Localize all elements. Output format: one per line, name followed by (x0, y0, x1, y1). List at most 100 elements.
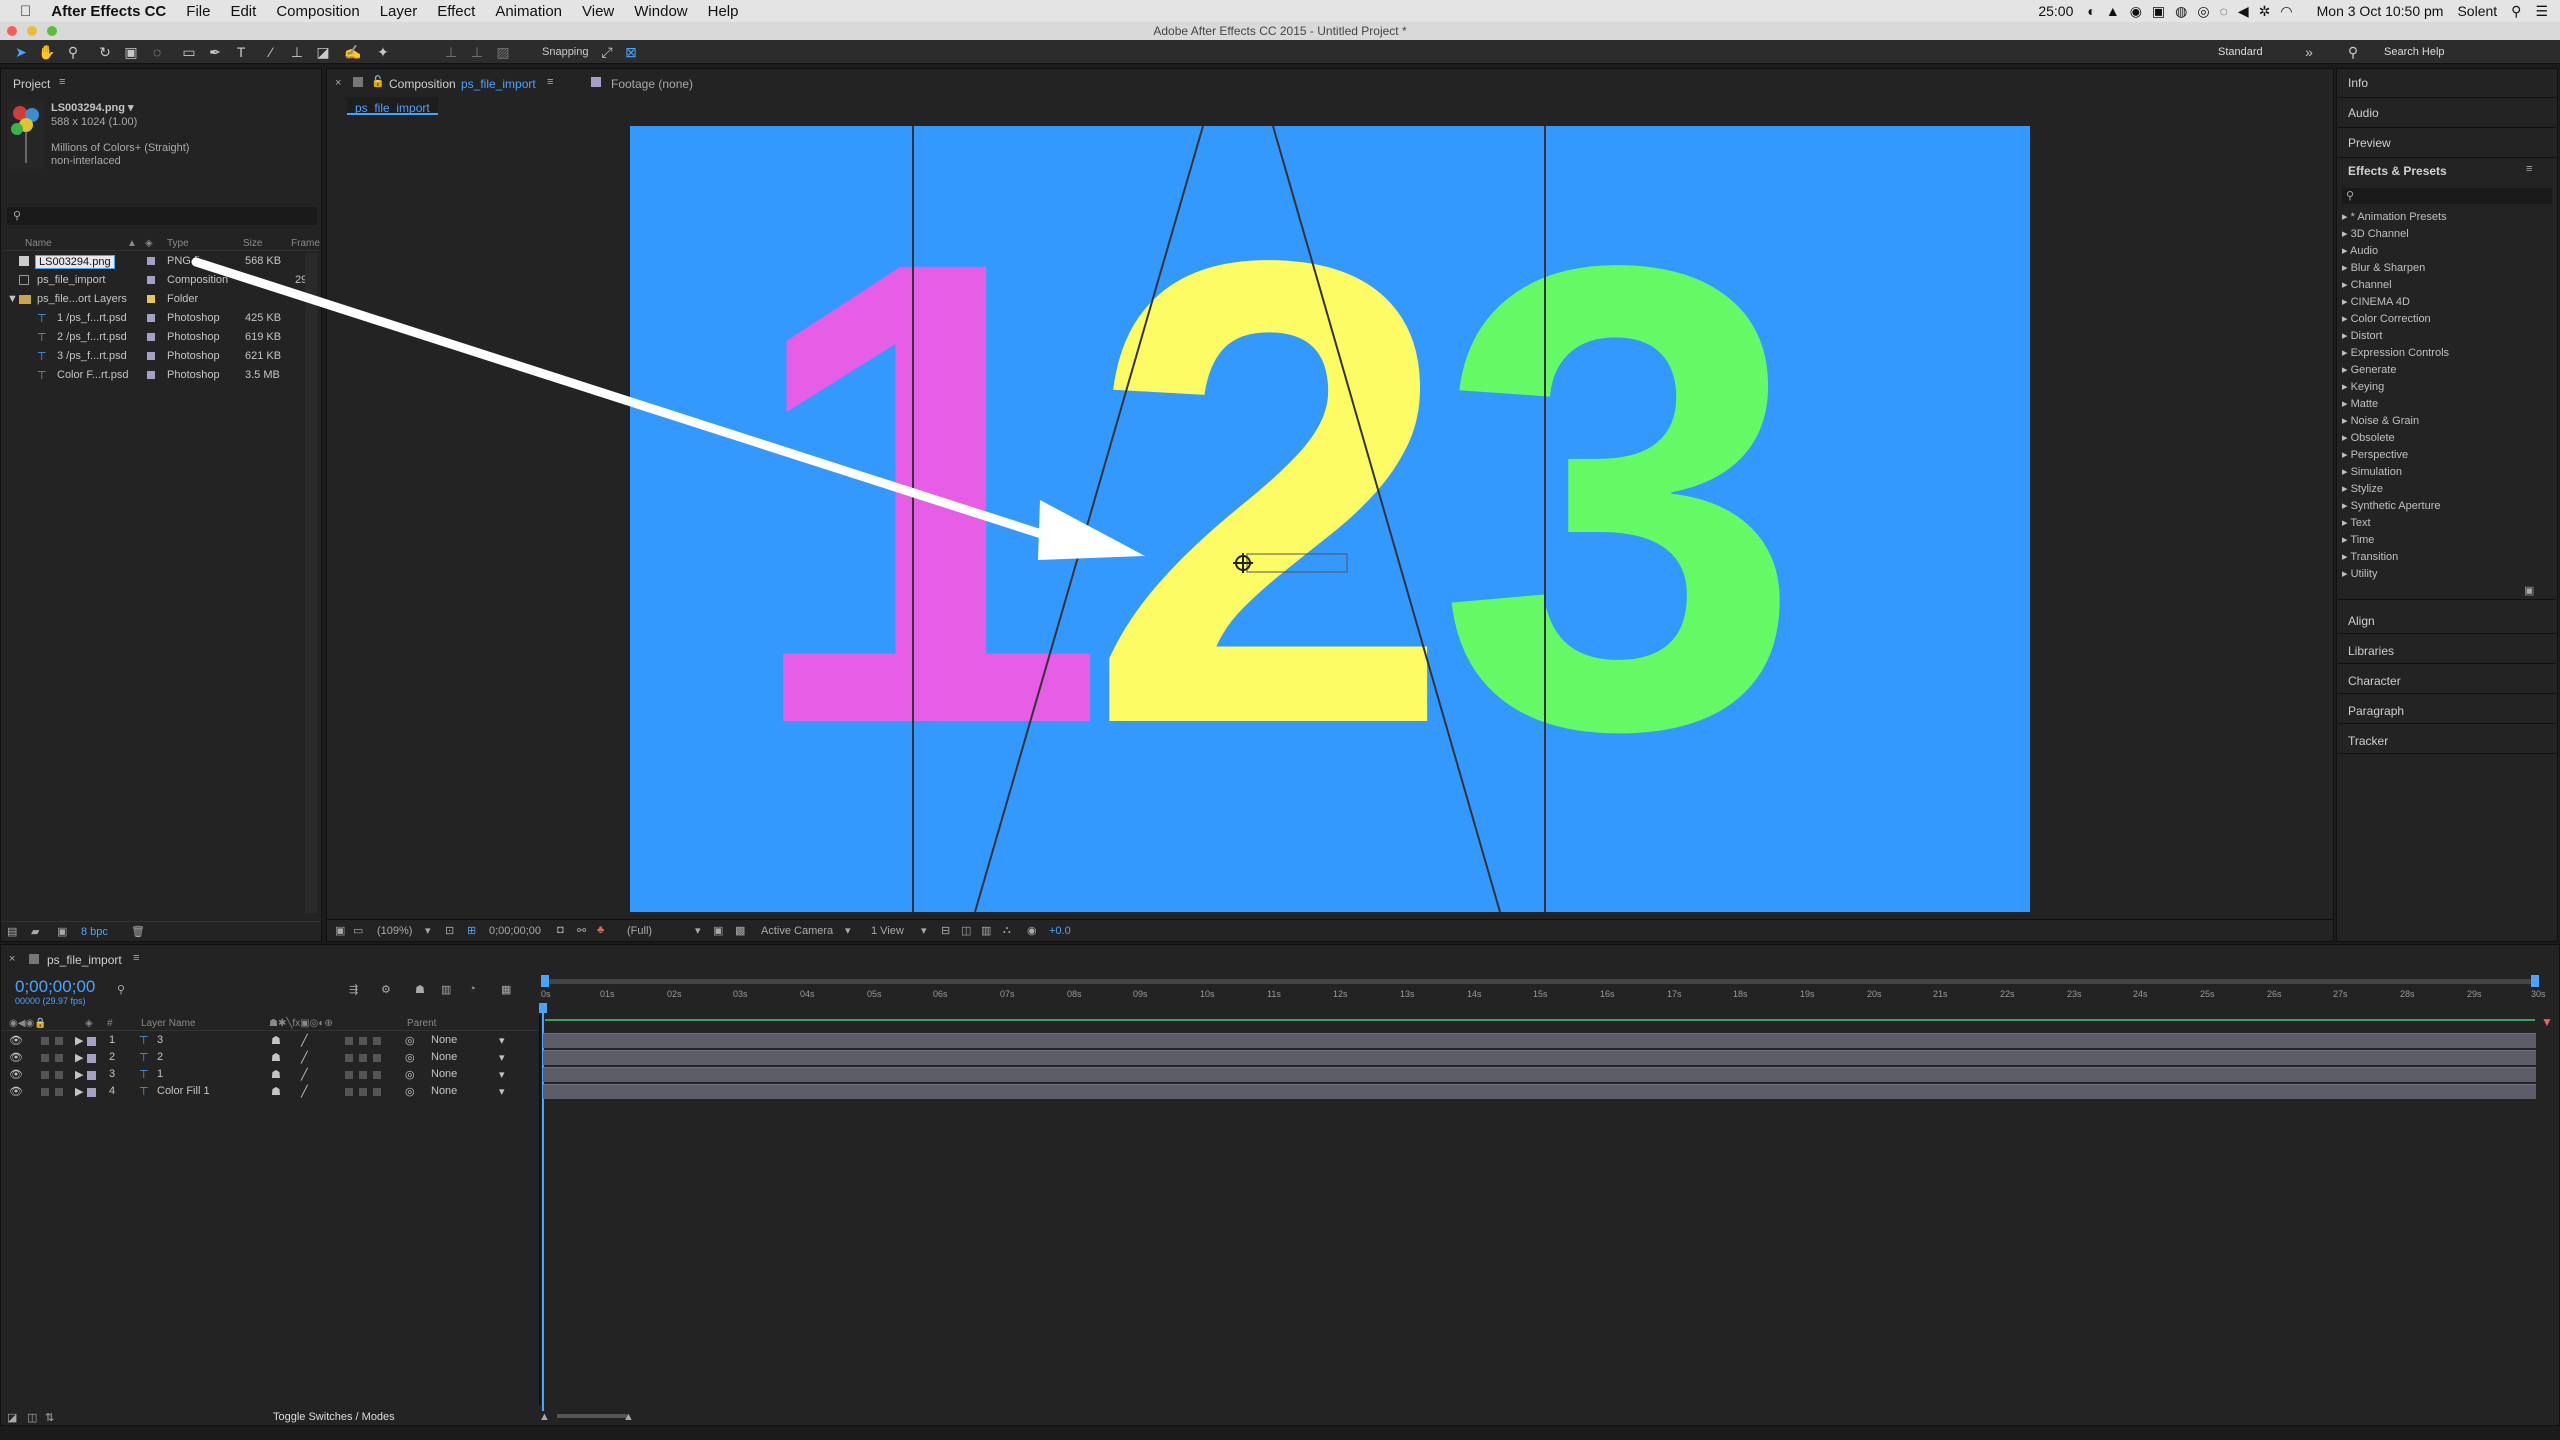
solo-toggle[interactable] (41, 1037, 49, 1045)
lock-toggle[interactable] (55, 1088, 63, 1096)
solo-toggle[interactable] (41, 1054, 49, 1062)
switch-box[interactable] (373, 1037, 381, 1045)
layer-number: 2 (109, 1051, 116, 1063)
chevron-down-icon[interactable]: ▾ (499, 1085, 505, 1098)
shy-switch-icon[interactable]: ☗ (271, 1085, 281, 1098)
work-area-bar[interactable] (543, 979, 2535, 984)
expand-triangle-icon[interactable]: ▶ (75, 1068, 83, 1081)
ruler-tick: 03s (733, 989, 748, 999)
visibility-eye-icon[interactable]: 👁 (9, 1068, 23, 1081)
expand-triangle-icon[interactable]: ▶ (75, 1034, 83, 1047)
quality-switch-icon[interactable]: ╱ (301, 1085, 308, 1098)
lock-toggle[interactable] (55, 1054, 63, 1062)
comp-mini-flowchart-icon[interactable]: ⇶ (349, 983, 358, 996)
ruler-tick: 11s (1267, 989, 1281, 999)
parent-select[interactable]: None (431, 1051, 457, 1063)
quality-switch-icon[interactable]: ╱ (301, 1051, 308, 1064)
panel-menu-icon[interactable]: ≡ (133, 952, 139, 964)
ruler-tick: 26s (2267, 989, 2282, 999)
layer-name[interactable]: 3 (157, 1034, 163, 1046)
lock-toggle[interactable] (55, 1037, 63, 1045)
av-features-icon[interactable]: ◉◀◉🔒 (9, 1018, 47, 1029)
switches-icons[interactable]: ☗✱╲fx▣◎◐⊕ (269, 1018, 333, 1029)
layer-duration-bar[interactable] (543, 1067, 2536, 1082)
layer-row[interactable]: 👁 ▶ 1 ⊤ 3 ☗ ╱ ◎ None ▾ (1, 1033, 541, 1050)
quality-switch-icon[interactable]: ╱ (301, 1068, 308, 1081)
expand-triangle-icon[interactable]: ▶ (75, 1051, 83, 1064)
label-col-icon[interactable]: ◈ (85, 1018, 93, 1029)
timeline-zoom-slider[interactable] (557, 1414, 627, 1418)
layer-name[interactable]: 2 (157, 1051, 163, 1063)
frame-blending-icon[interactable]: ▥ (441, 983, 451, 996)
draft-3d-icon[interactable]: ⚙ (381, 983, 391, 996)
pickwhip-icon[interactable]: ◎ (405, 1051, 415, 1064)
switch-box[interactable] (373, 1054, 381, 1062)
layer-duration-bar[interactable] (543, 1050, 2536, 1065)
shy-switch-icon[interactable]: ☗ (271, 1034, 281, 1047)
ruler-tick: 02s (667, 989, 682, 999)
photoshop-file-icon: ⊤ (139, 1035, 149, 1047)
current-time-display[interactable]: 0;00;00;00 (15, 977, 95, 997)
parent-select[interactable]: None (431, 1068, 457, 1080)
work-area-end-handle[interactable] (2531, 975, 2539, 987)
switch-box[interactable] (345, 1037, 353, 1045)
label-swatch[interactable] (87, 1071, 96, 1080)
in-out-pane-icon[interactable]: ⇅ (45, 1411, 54, 1424)
expand-triangle-icon[interactable]: ▶ (75, 1085, 83, 1098)
switch-box[interactable] (359, 1037, 367, 1045)
label-swatch[interactable] (87, 1088, 96, 1097)
shy-switch-icon[interactable]: ☗ (271, 1051, 281, 1064)
time-navigator-end-icon[interactable]: ▼ (2541, 1015, 2555, 1029)
layer-number: 1 (109, 1034, 116, 1046)
solo-toggle[interactable] (41, 1071, 49, 1079)
col-layer-name[interactable]: Layer Name (141, 1018, 195, 1029)
switch-box[interactable] (359, 1088, 367, 1096)
pickwhip-icon[interactable]: ◎ (405, 1034, 415, 1047)
visibility-eye-icon[interactable]: 👁 (9, 1051, 23, 1064)
switch-box[interactable] (345, 1054, 353, 1062)
layer-row[interactable]: 👁 ▶ 3 ⊤ 1 ☗ ╱ ◎ None ▾ (1, 1067, 541, 1084)
pickwhip-icon[interactable]: ◎ (405, 1068, 415, 1081)
layer-switches-pane-icon[interactable]: ◪ (7, 1411, 17, 1424)
layer-duration-bar[interactable] (543, 1033, 2536, 1048)
zoom-out-icon[interactable]: ▲ (539, 1411, 550, 1423)
switch-box[interactable] (345, 1088, 353, 1096)
layer-row[interactable]: 👁 ▶ 2 ⊤ 2 ☗ ╱ ◎ None ▾ (1, 1050, 541, 1067)
layer-row[interactable]: 👁 ▶ 4 ⊤ Color Fill 1 ☗ ╱ ◎ None ▾ (1, 1084, 541, 1101)
switch-box[interactable] (373, 1088, 381, 1096)
pickwhip-icon[interactable]: ◎ (405, 1085, 415, 1098)
visibility-eye-icon[interactable]: 👁 (9, 1034, 23, 1047)
parent-select[interactable]: None (431, 1034, 457, 1046)
col-number[interactable]: # (107, 1018, 113, 1029)
shy-switch-icon[interactable]: ☗ (271, 1068, 281, 1081)
chevron-down-icon[interactable]: ▾ (499, 1051, 505, 1064)
layer-duration-bar[interactable] (543, 1084, 2536, 1099)
parent-select[interactable]: None (431, 1085, 457, 1097)
col-parent[interactable]: Parent (407, 1018, 436, 1029)
layer-name[interactable]: Color Fill 1 (157, 1085, 210, 1097)
visibility-eye-icon[interactable]: 👁 (9, 1085, 23, 1098)
work-area-start-handle[interactable] (541, 975, 549, 987)
switch-box[interactable] (359, 1071, 367, 1079)
close-tab-icon[interactable]: × (9, 953, 15, 965)
modes-pane-icon[interactable]: ◫ (27, 1411, 37, 1424)
timeline-tab[interactable]: ps_file_import (47, 953, 122, 967)
graph-editor-icon[interactable]: ▦ (501, 983, 511, 996)
search-icon[interactable]: ⚲ (117, 983, 125, 996)
label-swatch[interactable] (87, 1037, 96, 1046)
switch-box[interactable] (345, 1071, 353, 1079)
chevron-down-icon[interactable]: ▾ (499, 1034, 505, 1047)
switch-box[interactable] (359, 1054, 367, 1062)
quality-switch-icon[interactable]: ╱ (301, 1034, 308, 1047)
hide-shy-layers-icon[interactable]: ☗ (415, 983, 425, 996)
lock-toggle[interactable] (55, 1071, 63, 1079)
layer-name[interactable]: 1 (157, 1068, 163, 1080)
chevron-down-icon[interactable]: ▾ (499, 1068, 505, 1081)
timeline-divider[interactable] (539, 1015, 541, 1405)
zoom-in-icon[interactable]: ▲ (623, 1411, 634, 1423)
motion-blur-icon[interactable]: ◔ (469, 983, 476, 995)
switch-box[interactable] (373, 1071, 381, 1079)
label-swatch[interactable] (87, 1054, 96, 1063)
solo-toggle[interactable] (41, 1088, 49, 1096)
toggle-switches-modes-button[interactable]: Toggle Switches / Modes (273, 1411, 395, 1423)
